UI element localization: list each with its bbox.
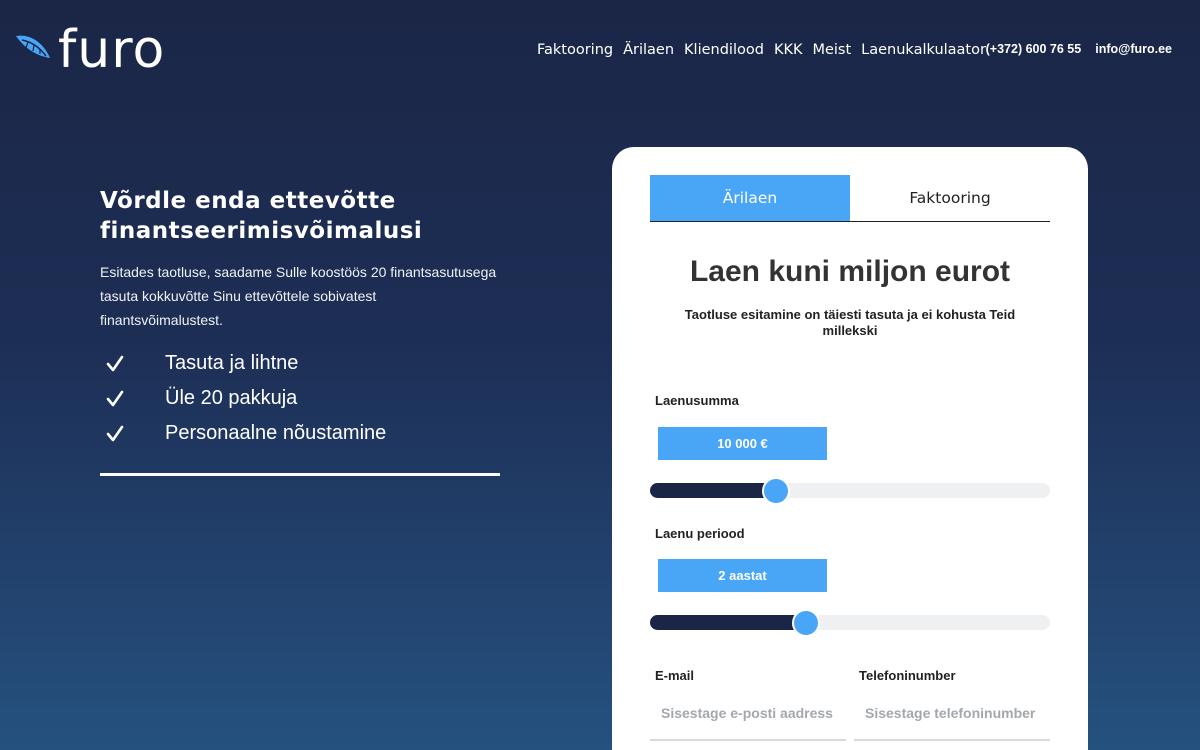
nav-meist[interactable]: Meist xyxy=(812,42,851,58)
checkmark-icon xyxy=(106,355,124,373)
loan-period-label: Laenu periood xyxy=(655,526,745,541)
nav-kliendilood[interactable]: Kliendilood xyxy=(684,42,764,58)
loan-period-slider[interactable] xyxy=(650,609,1050,637)
header-contacts: (+372) 600 76 55 info@furo.ee xyxy=(972,42,1172,56)
feature-list: Tasuta ja lihtne Üle 20 pakkuja Personaa… xyxy=(100,346,500,451)
feature-text: Tasuta ja lihtne xyxy=(165,352,299,374)
loan-period-value[interactable]: 2 aastat xyxy=(658,559,827,592)
hero-section: Võrdle enda ettevõtte finantseerimisvõim… xyxy=(100,186,500,451)
slider-fill xyxy=(650,483,776,498)
hero-description: Esitades taotluse, saadame Sulle koostöö… xyxy=(100,264,497,328)
loan-amount-value[interactable]: 10 000 € xyxy=(658,427,827,460)
product-tabs: Ärilaen Faktooring xyxy=(650,175,1050,222)
loan-amount-label: Laenusumma xyxy=(655,393,739,408)
phone-label: Telefoninumber xyxy=(859,668,956,683)
tab-arilaen[interactable]: Ärilaen xyxy=(650,175,850,221)
checkmark-icon xyxy=(106,425,124,443)
form-title: Laen kuni miljon eurot xyxy=(689,255,1011,288)
site-header: furo Faktooring Ärilaen Kliendilood KKK … xyxy=(0,0,1200,100)
feature-item: Üle 20 pakkuja xyxy=(100,381,500,416)
nav-kkk[interactable]: KKK xyxy=(774,42,803,58)
nav-arilaen[interactable]: Ärilaen xyxy=(623,42,674,58)
hero-title-line2: finantseerimisvõimalusi xyxy=(100,218,423,244)
leaf-logo-icon xyxy=(14,28,54,73)
hero-divider xyxy=(100,473,500,476)
hero-title-line1: Võrdle enda ettevõtte xyxy=(100,188,396,214)
phone-link[interactable]: (+372) 600 76 55 xyxy=(986,42,1082,56)
checkmark-icon xyxy=(106,390,124,408)
email-input[interactable] xyxy=(650,687,846,741)
tab-faktooring[interactable]: Faktooring xyxy=(850,175,1050,221)
slider-fill xyxy=(650,615,806,630)
feature-text: Personaalne nõustamine xyxy=(165,422,387,444)
main-nav: Faktooring Ärilaen Kliendilood KKK Meist… xyxy=(537,42,996,58)
email-label: E-mail xyxy=(655,668,695,683)
slider-handle[interactable] xyxy=(762,477,790,505)
slider-handle[interactable] xyxy=(792,609,820,637)
furo-logo[interactable]: furo xyxy=(14,20,166,80)
hero-title: Võrdle enda ettevõtte finantseerimisvõim… xyxy=(100,186,500,246)
feature-item: Tasuta ja lihtne xyxy=(100,346,500,381)
phone-input[interactable] xyxy=(854,687,1050,741)
feature-item: Personaalne nõustamine xyxy=(100,416,500,451)
email-link[interactable]: info@furo.ee xyxy=(1095,42,1172,56)
logo-text: furo xyxy=(58,20,166,80)
loan-amount-slider[interactable] xyxy=(650,477,1050,505)
loan-form-card: Ärilaen Faktooring Laen kuni miljon euro… xyxy=(612,147,1088,750)
form-subtitle: Taotluse esitamine on täiesti tasuta ja … xyxy=(684,307,1016,338)
nav-faktooring[interactable]: Faktooring xyxy=(537,42,613,58)
feature-text: Üle 20 pakkuja xyxy=(165,387,298,409)
nav-laenukalkulaator[interactable]: Laenukalkulaator xyxy=(861,42,986,58)
